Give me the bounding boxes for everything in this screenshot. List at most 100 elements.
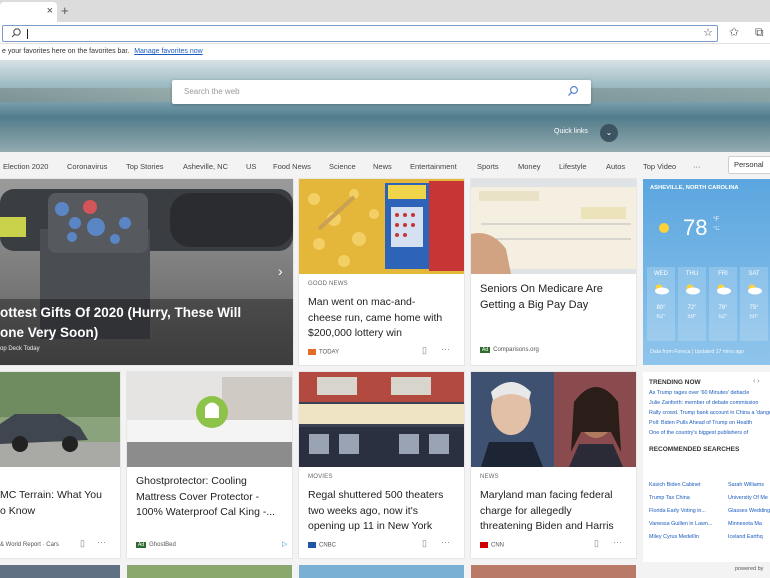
bookmark-icon[interactable]: ▯ [80, 538, 85, 549]
card-title-line[interactable]: cheese run, came home with [308, 311, 442, 327]
chevron-down-icon[interactable]: ⌄ [600, 124, 618, 142]
today-logo-icon [308, 349, 316, 355]
recommended-search[interactable]: University Of Me [728, 495, 768, 501]
card-title-line[interactable]: $200,000 lottery win [308, 326, 442, 342]
carousel-dots[interactable] [30, 357, 226, 361]
card-title-line[interactable]: 100% Waterproof Cal King -... [136, 505, 275, 521]
web-search-box[interactable]: Search the web [172, 80, 591, 104]
news-card-mac[interactable]: GOOD NEWS Man went on mac-and- cheese ru… [299, 179, 464, 365]
nav-item[interactable]: Coronavirus [67, 162, 107, 171]
next-slide-icon[interactable]: › [278, 263, 283, 279]
nav-item[interactable]: Top Video [643, 162, 676, 171]
recommended-search[interactable]: Sarah Williams [728, 482, 764, 488]
forecast-day-label: FRI [718, 271, 728, 277]
weather-location[interactable]: ASHEVILLE, NORTH CAROLINA [650, 185, 739, 191]
more-icon[interactable]: ··· [693, 162, 701, 171]
search-icon[interactable] [567, 85, 579, 97]
card-title-line[interactable]: MC Terrain: What You [0, 488, 102, 504]
card-title-line[interactable]: Man went on mac-and- [308, 295, 442, 311]
card-title-line[interactable]: two weeks ago, now it's [308, 504, 443, 520]
card-source: Ad GhostBed [136, 542, 176, 548]
nav-item[interactable]: Lifestyle [559, 162, 587, 171]
next-row-preview [0, 565, 643, 578]
tab-strip: × + [0, 0, 770, 22]
new-tab-icon[interactable]: + [61, 3, 69, 18]
personalize-button[interactable]: Personal [728, 156, 770, 174]
nav-item[interactable]: Science [329, 162, 356, 171]
trending-nav-arrows[interactable]: ‹ › [753, 378, 760, 385]
trending-item[interactable]: As Trump rages over '60 Minutes' debacle [649, 390, 770, 396]
card-title-line[interactable]: Getting a Big Pay Day [480, 297, 603, 313]
quick-links-label[interactable]: Quick links [554, 128, 588, 135]
search-icon [11, 28, 21, 38]
nav-item[interactable]: Food News [273, 162, 311, 171]
news-card-maryland[interactable]: NEWS Maryland man facing federal charge … [471, 372, 636, 558]
card-title-line[interactable]: Regal shuttered 500 theaters [308, 488, 443, 504]
nav-item[interactable]: Autos [606, 162, 625, 171]
address-bar[interactable]: ☆ [2, 25, 718, 42]
favorites-bar-prompt: e your favorites here on the favorites b… [2, 48, 130, 55]
recommended-search[interactable]: Florida Early Voting in... [649, 508, 706, 514]
recommended-search[interactable]: Trump Tax China [649, 495, 690, 501]
forecast-day[interactable]: WED 80° 62° [647, 267, 675, 341]
bookmark-icon[interactable]: ▯ [422, 345, 427, 356]
bookmark-icon[interactable]: ▯ [594, 538, 599, 549]
card-title-line[interactable]: opening up 11 in New York [308, 519, 443, 535]
nav-item[interactable]: Election 2020 [3, 162, 48, 171]
card-title-line[interactable]: Ghostprotector: Cooling [136, 474, 275, 490]
unit-fahrenheit[interactable]: °F [713, 217, 719, 223]
news-card-regal[interactable]: MOVIES Regal shuttered 500 theaters two … [299, 372, 464, 558]
close-tab-icon[interactable]: × [47, 5, 53, 17]
hero-story-card[interactable]: › ottest Gifts Of 2020 (Hurry, These Wil… [0, 179, 293, 365]
browser-toolbar: ☆ [0, 22, 770, 44]
forecast-day[interactable]: SAT 75° 50° [740, 267, 768, 341]
card-title-line[interactable]: Mattress Cover Protector - [136, 490, 275, 506]
unit-celsius[interactable]: °C [713, 226, 720, 232]
trending-item[interactable]: One of the country's biggest publishers … [649, 430, 770, 436]
ad-card-ghostbed[interactable]: Ghostprotector: Cooling Mattress Cover P… [127, 372, 292, 558]
news-card-gmc[interactable]: MC Terrain: What You o Know & World Repo… [0, 372, 120, 558]
recommended-search[interactable]: Iceland Earthq [728, 534, 763, 540]
recommended-search[interactable]: Vanessa Guillen in Lawn... [649, 521, 712, 527]
hero-card-title-line[interactable]: ottest Gifts Of 2020 (Hurry, These Will [0, 303, 241, 323]
nav-item[interactable]: News [373, 162, 392, 171]
trending-item[interactable]: Julie Zanforth: member of debate commiss… [649, 400, 770, 406]
more-options-icon[interactable]: ··· [97, 537, 106, 547]
forecast-high: 72° [687, 305, 697, 311]
nav-item[interactable]: Asheville, NC [183, 162, 228, 171]
recommended-search[interactable]: Minnesota Ma [728, 521, 762, 527]
favorite-star-icon[interactable]: ☆ [703, 26, 713, 39]
nav-item[interactable]: Sports [477, 162, 499, 171]
browser-tab[interactable]: × [0, 2, 57, 22]
card-title-line[interactable]: Maryland man facing federal [480, 488, 614, 504]
nav-item[interactable]: Money [518, 162, 541, 171]
nav-item[interactable]: Entertainment [410, 162, 457, 171]
card-title-line[interactable]: Seniors On Medicare Are [480, 281, 603, 297]
manage-favorites-link[interactable]: Manage favorites now [134, 48, 202, 55]
recommended-search[interactable]: Kavich Biden Cabinet [649, 482, 701, 488]
weather-card[interactable]: ASHEVILLE, NORTH CAROLINA 78 °F °C WED 80… [643, 179, 770, 365]
nav-item[interactable]: Top Stories [126, 162, 164, 171]
favorites-icon[interactable]: ✩ [729, 25, 739, 39]
more-options-icon[interactable]: ··· [441, 537, 450, 547]
forecast-day[interactable]: THU 72° 59° [678, 267, 706, 341]
ad-choices-icon[interactable]: ▷ [282, 540, 287, 548]
bookmark-icon[interactable]: ▯ [422, 538, 427, 549]
card-source: & World Report · Cars [0, 542, 59, 548]
collections-icon[interactable]: ⧉ [755, 25, 764, 40]
more-options-icon[interactable]: ··· [613, 537, 622, 547]
forecast-low: 62° [656, 314, 666, 320]
trending-item[interactable]: Rally crowd. Trump bank account in China… [649, 410, 770, 416]
more-options-icon[interactable]: ··· [441, 344, 450, 354]
card-source: CNBC [308, 542, 336, 549]
ad-card-medicare[interactable]: Seniors On Medicare Are Getting a Big Pa… [471, 179, 636, 365]
nav-item[interactable]: US [246, 162, 256, 171]
hero-card-title-line[interactable]: one Very Soon) [0, 323, 241, 343]
card-title-line[interactable]: charge for allegedly [480, 504, 614, 520]
recommended-search[interactable]: Glasses Wedding [728, 508, 770, 514]
trending-item[interactable]: Poll: Biden Pulls Ahead of Trump on Heal… [649, 420, 770, 426]
recommended-search[interactable]: Miley Cyrus Medellín [649, 534, 699, 540]
card-title-line[interactable]: threatening Biden and Harris [480, 519, 614, 535]
forecast-day[interactable]: FRI 78° 52° [709, 267, 737, 341]
card-title-line[interactable]: o Know [0, 504, 102, 520]
